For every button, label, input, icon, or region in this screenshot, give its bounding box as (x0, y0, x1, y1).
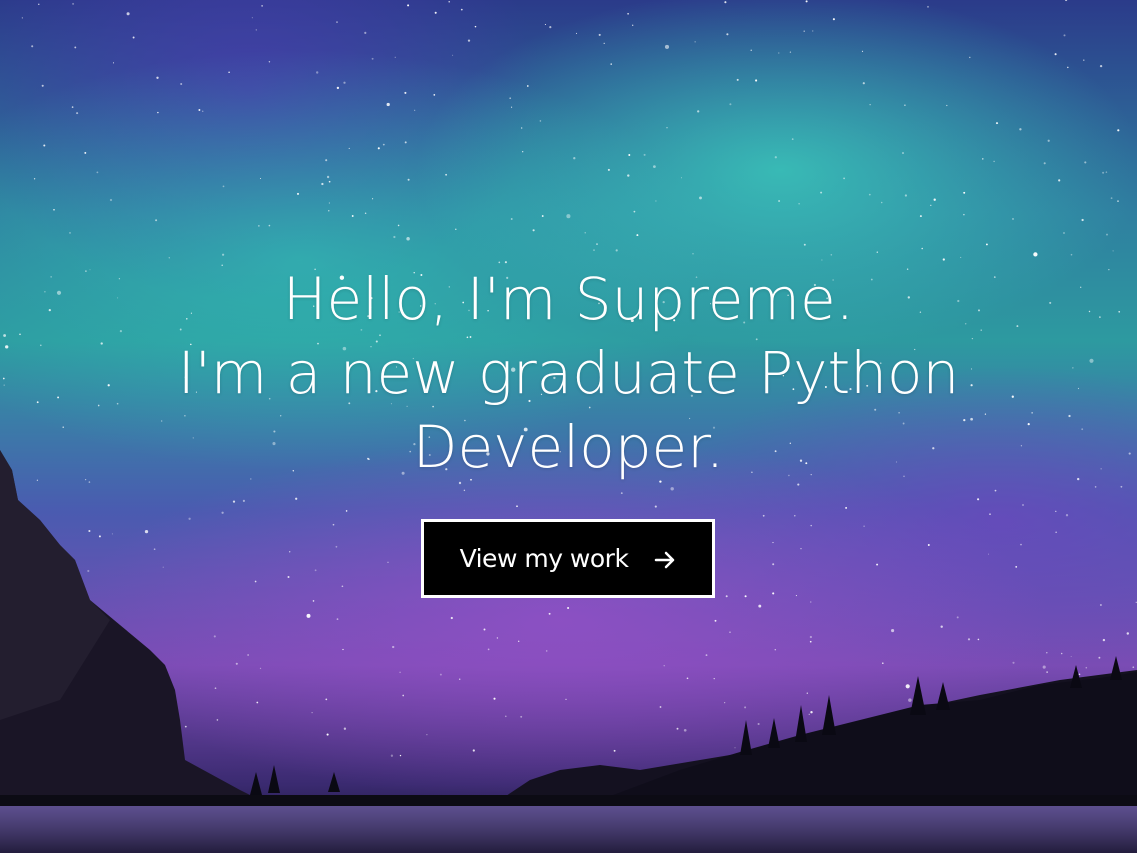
hero-heading: Hello, I'm Supreme. I'm a new graduate P… (0, 262, 1137, 484)
arrow-right-icon (654, 548, 676, 570)
hero-heading-line-3: Developer. (412, 413, 725, 481)
view-my-work-button[interactable]: View my work (421, 519, 715, 598)
hero-section: Hello, I'm Supreme. I'm a new graduate P… (0, 262, 1137, 484)
hero-heading-line-2: I'm a new graduate Python (177, 339, 960, 407)
view-my-work-label: View my work (459, 544, 629, 573)
hero-heading-line-1: Hello, I'm Supreme. (282, 265, 855, 333)
